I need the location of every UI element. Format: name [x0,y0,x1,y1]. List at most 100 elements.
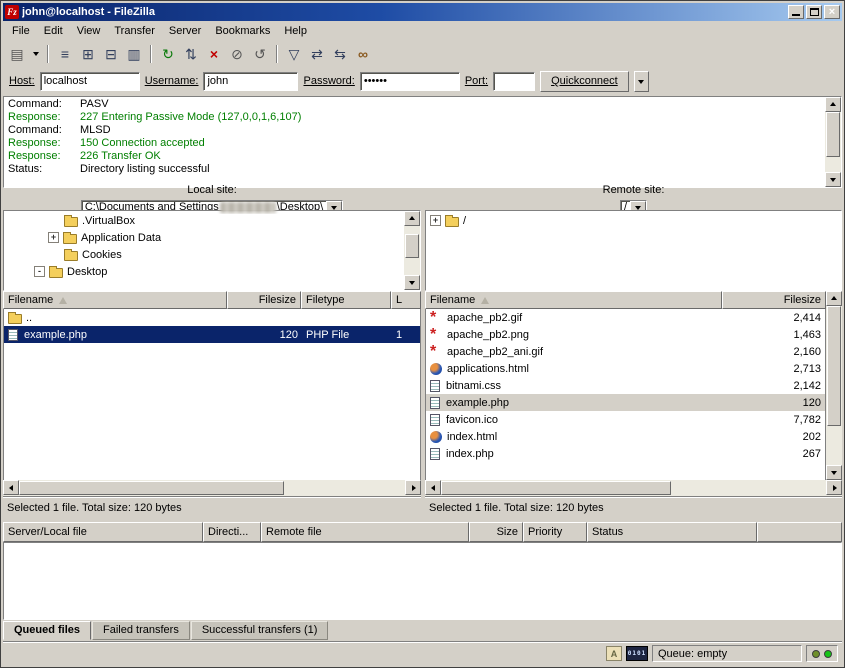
remote-file-row[interactable]: apache_pb2.png1,463 [426,326,825,343]
refresh-button[interactable]: ↻ [157,43,179,64]
remote-hscrollbar[interactable] [425,480,842,496]
log-scrollbar[interactable] [825,97,841,187]
menu-file[interactable]: File [5,23,37,39]
tree-item[interactable]: + Application Data [4,229,404,246]
toggle-remote-tree-button[interactable]: ⊟ [100,43,122,64]
scrollbar-thumb[interactable] [19,481,284,495]
quickconnect-button[interactable]: Quickconnect [540,71,629,92]
tab-queued-files[interactable]: Queued files [3,621,91,640]
column-header-modified[interactable]: L [391,291,421,309]
toolbar-separator [47,45,49,63]
tab-successful-transfers[interactable]: Successful transfers (1) [191,621,329,640]
sync-browse-button[interactable]: ⇆ [329,43,351,64]
scrollbar-thumb[interactable] [827,306,841,426]
scroll-right-button[interactable] [405,480,421,495]
scrollbar-thumb[interactable] [826,112,840,157]
column-header-direction[interactable]: Directi... [203,522,261,542]
tree-item[interactable]: Cookies [4,246,404,263]
filter-button[interactable]: ▽ [283,43,305,64]
scroll-down-button[interactable] [826,465,842,480]
column-header-filesize[interactable]: Filesize [722,291,826,309]
column-header-filename[interactable]: Filename [425,291,722,309]
cancel-button[interactable]: × [203,43,225,64]
disconnect-button[interactable]: ⊘ [226,43,248,64]
binoculars-icon: ∞ [358,47,368,61]
tab-failed-transfers[interactable]: Failed transfers [92,621,190,640]
menu-edit[interactable]: Edit [37,23,70,39]
parent-dir-row[interactable]: .. [4,309,420,326]
toggle-queue-button[interactable]: ▥ [123,43,145,64]
site-manager-button[interactable]: ▤ [6,43,28,64]
scroll-left-button[interactable] [425,480,441,495]
remote-file-row[interactable]: applications.html2,713 [426,360,825,377]
local-file-pane: Filename Filesize Filetype L .. example.… [3,291,421,518]
tree-item[interactable]: .VirtualBox [4,212,404,229]
file-lists: Filename Filesize Filetype L .. example.… [3,291,842,518]
host-input[interactable] [40,72,140,91]
arrow-up-icon [409,213,415,220]
scroll-left-button[interactable] [3,480,19,495]
column-header-filetype[interactable]: Filetype [301,291,391,309]
remote-file-row[interactable]: apache_pb2.gif2,414 [426,309,825,326]
scroll-up-button[interactable] [825,97,841,112]
quickconnect-dropdown[interactable] [634,71,649,92]
remote-site-label: Remote site: [603,184,665,196]
expand-icon[interactable]: + [48,232,59,243]
find-button[interactable]: ∞ [352,43,374,64]
folder-icon [8,314,22,324]
scroll-down-button[interactable] [404,275,420,290]
password-input[interactable] [360,72,460,91]
remote-file-row-highlighted[interactable]: example.php120 [426,394,825,411]
remote-file-row[interactable]: bitnami.css2,142 [426,377,825,394]
remote-selection-status: Selected 1 file. Total size: 120 bytes [425,496,842,518]
column-header-priority[interactable]: Priority [523,522,587,542]
scroll-right-button[interactable] [826,480,842,495]
port-input[interactable] [493,72,535,91]
tree-item[interactable]: + / [426,212,841,229]
column-header-filesize[interactable]: Filesize [227,291,301,309]
close-button[interactable]: × [824,5,840,19]
maximize-button[interactable] [806,5,822,19]
column-header-status[interactable]: Status [587,522,757,542]
activity-led-send-icon [812,650,820,658]
process-queue-button[interactable]: ⇅ [180,43,202,64]
scroll-up-button[interactable] [404,211,420,226]
ascii-transfer-type-icon[interactable]: A [606,646,622,661]
column-header-filename[interactable]: Filename [3,291,227,309]
column-header-server-local-file[interactable]: Server/Local file [3,522,203,542]
minimize-icon [792,14,800,16]
remote-file-row[interactable]: apache_pb2_ani.gif2,160 [426,343,825,360]
local-hscrollbar[interactable] [3,480,421,496]
queue-view-icon: ▥ [127,47,140,61]
toggle-message-log-button[interactable]: ≡ [54,43,76,64]
local-file-row-selected[interactable]: example.php 120 PHP File 1 [4,326,420,343]
image-file-icon [430,347,444,357]
column-header-remote-file[interactable]: Remote file [261,522,469,542]
scrollbar-thumb[interactable] [441,481,671,495]
binary-transfer-type-icon[interactable]: 0101 [626,646,648,661]
reconnect-button[interactable]: ↺ [249,43,271,64]
remote-list-scrollbar[interactable] [826,291,842,480]
tree-item[interactable]: - Desktop [4,263,404,280]
collapse-icon[interactable]: - [34,266,45,277]
remote-file-row[interactable]: favicon.ico7,782 [426,411,825,428]
activity-indicator [806,645,838,662]
local-tree-scrollbar[interactable] [404,211,420,290]
expand-icon[interactable]: + [430,215,441,226]
minimize-button[interactable] [788,5,804,19]
compare-button[interactable]: ⇄ [306,43,328,64]
menu-bookmarks[interactable]: Bookmarks [208,23,277,39]
menu-help[interactable]: Help [277,23,314,39]
remote-file-row[interactable]: index.html202 [426,428,825,445]
toggle-local-tree-button[interactable]: ⊞ [77,43,99,64]
username-input[interactable] [203,72,298,91]
menu-transfer[interactable]: Transfer [107,23,162,39]
menu-view[interactable]: View [70,23,108,39]
arrow-up-icon [830,99,836,106]
site-manager-dropdown[interactable] [29,43,42,64]
scroll-up-button[interactable] [826,291,842,306]
remote-file-row[interactable]: index.php267 [426,445,825,462]
column-header-size[interactable]: Size [469,522,523,542]
scrollbar-thumb[interactable] [405,234,419,258]
menu-server[interactable]: Server [162,23,208,39]
